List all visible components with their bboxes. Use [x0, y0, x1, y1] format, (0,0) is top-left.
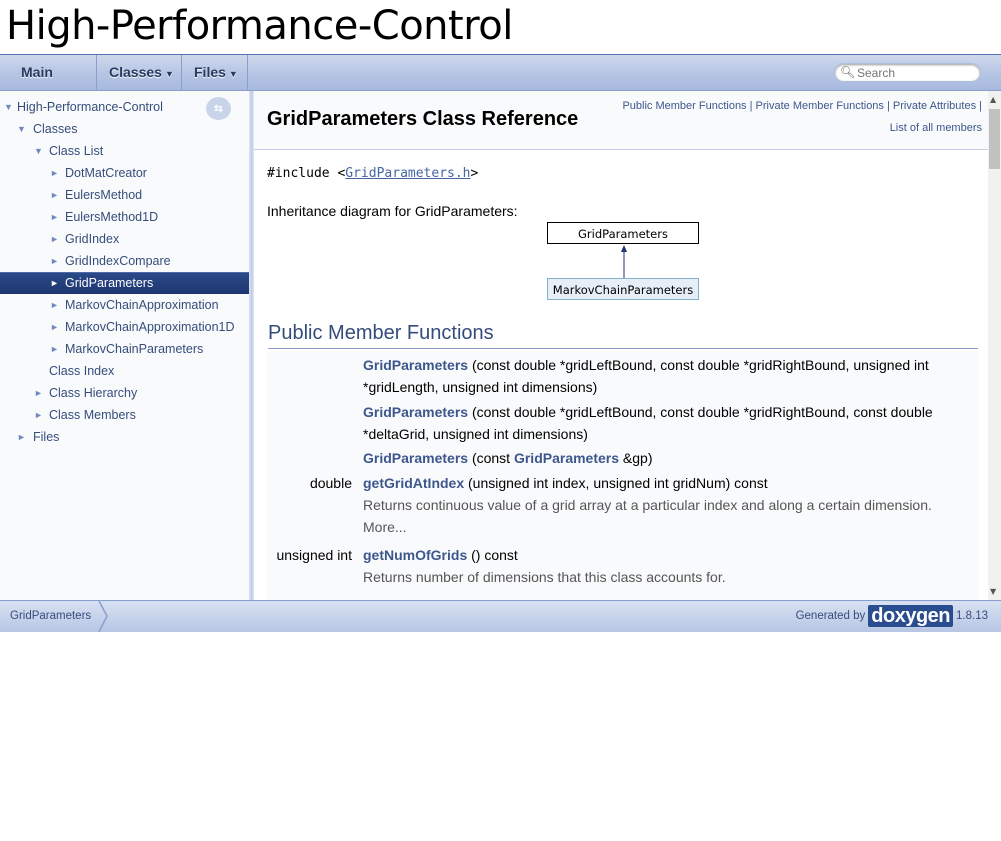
- doxygen-logo[interactable]: doxygen: [868, 604, 954, 627]
- tree-item-classes[interactable]: ▼ Classes: [0, 118, 249, 140]
- expand-arrow-icon[interactable]: ▼: [4, 96, 13, 118]
- expand-arrow-icon[interactable]: ▼: [34, 140, 43, 162]
- member-brief: Returns number of dimensions that this c…: [363, 569, 726, 585]
- chevron-down-icon: ▼: [164, 69, 174, 79]
- nav-main-page[interactable]: Main Page: [0, 55, 97, 115]
- member-link-getgridatindex[interactable]: getGridAtIndex: [363, 475, 464, 491]
- diagram-derived-class[interactable]: MarkovChainParameters: [547, 278, 699, 300]
- side-nav-tree: ▼ High-Performance-Control ▼ Classes ▼ Clas…: [0, 91, 250, 600]
- tree-item-gridparameters-selected[interactable]: ► GridParameters: [0, 272, 249, 294]
- link-private-attributes[interactable]: Private Attributes: [893, 100, 976, 112]
- project-name: High-Performance-Control: [6, 3, 513, 49]
- tree-item-markovchainapproximation[interactable]: ► MarkovChainApproximation: [0, 294, 249, 316]
- generated-by: Generated by doxygen 1.8.13: [795, 604, 988, 627]
- expand-arrow-icon[interactable]: ►: [50, 338, 59, 360]
- expand-arrow-icon[interactable]: ►: [50, 162, 59, 184]
- expand-arrow-icon[interactable]: ►: [50, 272, 59, 294]
- tree-item-class-hierarchy[interactable]: ► Class Hierarchy: [0, 382, 249, 404]
- tree-item-eulersmethod1d[interactable]: ► EulersMethod1D: [0, 206, 249, 228]
- member-link-getnumofgrids[interactable]: getNumOfGrids: [363, 547, 467, 563]
- scrollbar-thumb[interactable]: [989, 109, 1000, 169]
- tree-item-class-list[interactable]: ▼ Class List: [0, 140, 249, 162]
- expand-arrow-icon[interactable]: ►: [50, 316, 59, 338]
- content-pane: GridParameters Class Reference Public Me…: [254, 91, 988, 600]
- tree-item-class-index[interactable]: Class Index: [0, 360, 249, 382]
- tree-item-gridindex[interactable]: ► GridIndex: [0, 228, 249, 250]
- page-title: GridParameters Class Reference: [267, 108, 579, 130]
- diagram-base-class: GridParameters: [547, 222, 699, 244]
- link-private-member-functions[interactable]: Private Member Functions: [756, 100, 884, 112]
- expand-arrow-icon[interactable]: ▼: [17, 118, 26, 140]
- page-header: GridParameters Class Reference Public Me…: [254, 91, 988, 150]
- section-public-member-functions: Public Member Functions: [268, 322, 978, 349]
- member-brief: Returns continuous value of a grid array…: [363, 497, 932, 535]
- sync-toggle-icon[interactable]: ⇆: [206, 97, 231, 120]
- chevron-down-icon: ▼: [228, 69, 238, 79]
- expand-arrow-icon[interactable]: ►: [34, 382, 43, 404]
- nav-classes[interactable]: Classes ▼: [97, 55, 182, 90]
- member-link-gridparameters[interactable]: GridParameters: [363, 450, 468, 466]
- include-line: #include <GridParameters.h>: [267, 166, 479, 181]
- summary-links: Public Member Functions | Private Member…: [622, 100, 982, 134]
- search-box[interactable]: 🔍︎: [834, 63, 981, 82]
- expand-arrow-icon[interactable]: ►: [34, 404, 43, 426]
- expand-arrow-icon[interactable]: ►: [50, 228, 59, 250]
- search-icon[interactable]: 🔍︎: [840, 65, 855, 79]
- tree-item-markovchainparameters[interactable]: ► MarkovChainParameters: [0, 338, 249, 360]
- nav-path-footer: GridParameters Generated by doxygen 1.8.13: [0, 600, 1001, 632]
- tree-item-gridindexcompare[interactable]: ► GridIndexCompare: [0, 250, 249, 272]
- expand-arrow-icon[interactable]: ►: [50, 250, 59, 272]
- member-row: GridParameters (const GridParameters &gp…: [267, 444, 978, 470]
- expand-arrow-icon[interactable]: ►: [17, 426, 26, 448]
- scroll-up-icon[interactable]: ▲: [990, 95, 996, 104]
- member-row: unsigned int getNumOfGrids () const Retur…: [267, 541, 978, 600]
- content-scrollbar[interactable]: ▲ ▼: [988, 91, 1001, 600]
- tree-item-dotmatcreator[interactable]: ► DotMatCreator: [0, 162, 249, 184]
- member-row: GridParameters (const double *gridLeftBo…: [267, 351, 978, 399]
- nav-files[interactable]: Files ▼: [182, 55, 248, 90]
- expand-arrow-icon[interactable]: ►: [50, 294, 59, 316]
- tree-item-eulersmethod[interactable]: ► EulersMethod: [0, 184, 249, 206]
- scroll-down-icon[interactable]: ▼: [990, 587, 996, 596]
- member-link-gridparameters[interactable]: GridParameters: [363, 404, 468, 420]
- breadcrumb[interactable]: GridParameters: [10, 601, 91, 632]
- breadcrumb-separator-icon: [98, 601, 108, 632]
- tree-item-class-members[interactable]: ► Class Members: [0, 404, 249, 426]
- member-row: double getGridAtIndex (unsigned int inde…: [267, 469, 978, 542]
- member-link-gridparameters[interactable]: GridParameters: [363, 357, 468, 373]
- tree-item-files[interactable]: ► Files: [0, 426, 249, 448]
- expand-arrow-icon[interactable]: ►: [50, 206, 59, 228]
- member-row: GridParameters (const double *gridLeftBo…: [267, 398, 978, 445]
- expand-arrow-icon[interactable]: ►: [50, 184, 59, 206]
- title-area: High-Performance-Control: [0, 0, 1001, 55]
- include-file-link[interactable]: GridParameters.h: [345, 166, 470, 181]
- link-public-member-functions[interactable]: Public Member Functions: [622, 100, 746, 112]
- search-input[interactable]: [857, 65, 967, 80]
- inheritance-arrow: [621, 245, 627, 278]
- type-link-gridparameters[interactable]: GridParameters: [514, 450, 619, 466]
- tree-item-markovchainapproximation1d[interactable]: ► MarkovChainApproximation1D: [0, 316, 249, 338]
- link-list-of-all-members[interactable]: List of all members: [890, 122, 982, 134]
- inheritance-label: Inheritance diagram for GridParameters:: [267, 203, 518, 219]
